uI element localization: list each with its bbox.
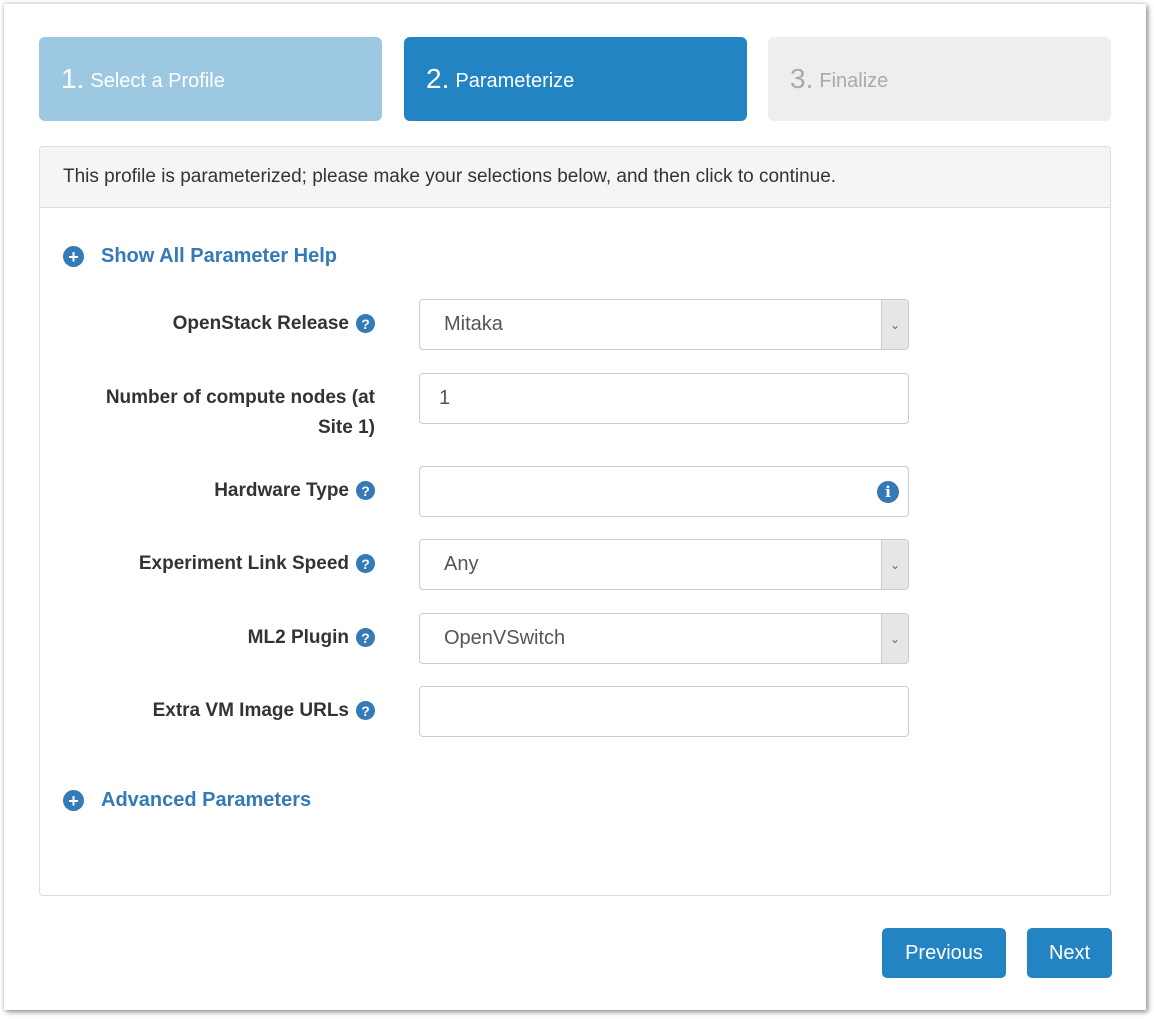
field-label-text: Experiment Link Speed bbox=[138, 553, 349, 574]
link-speed-select[interactable]: Any ⌄ bbox=[419, 539, 909, 590]
step-number: 3. bbox=[790, 63, 814, 94]
select-value: OpenVSwitch bbox=[444, 627, 566, 649]
step-number: 1. bbox=[61, 63, 85, 94]
step-label: Parameterize bbox=[455, 70, 575, 92]
previous-button[interactable]: Previous bbox=[882, 928, 1006, 978]
help-question-icon[interactable]: ? bbox=[356, 554, 375, 573]
chevron-down-icon[interactable]: ⌄ bbox=[881, 614, 908, 663]
chevron-down-icon[interactable]: ⌄ bbox=[881, 300, 908, 349]
help-question-icon[interactable]: ? bbox=[356, 628, 375, 647]
field-label-text: OpenStack Release bbox=[172, 313, 349, 334]
advanced-parameters-link[interactable]: + Advanced Parameters bbox=[63, 789, 311, 812]
select-value: Any bbox=[444, 553, 479, 575]
extra-vm-image-urls-input[interactable] bbox=[419, 686, 909, 737]
step-label: Select a Profile bbox=[90, 70, 225, 92]
help-question-icon[interactable]: ? bbox=[356, 701, 375, 720]
help-question-icon[interactable]: ? bbox=[356, 481, 375, 500]
ml2-plugin-select[interactable]: OpenVSwitch ⌄ bbox=[419, 613, 909, 664]
step-finalize: 3. Finalize bbox=[768, 37, 1111, 121]
show-all-parameter-help-link[interactable]: + Show All Parameter Help bbox=[63, 245, 337, 268]
wizard-steps: 1. Select a Profile 2. Parameterize 3. F… bbox=[39, 37, 1111, 121]
chevron-down-icon[interactable]: ⌄ bbox=[881, 540, 908, 589]
parameters-panel: This profile is parameterized; please ma… bbox=[39, 146, 1111, 896]
hardware-type-input[interactable]: i bbox=[419, 466, 909, 517]
info-icon[interactable]: i bbox=[877, 481, 899, 503]
field-label: Number of compute nodes (at Site 1) bbox=[105, 387, 375, 438]
field-label-text: ML2 Plugin bbox=[247, 627, 349, 648]
input-value: 1 bbox=[439, 387, 451, 409]
step-number: 2. bbox=[426, 63, 450, 94]
select-value: Mitaka bbox=[444, 313, 503, 335]
field-label-text: Hardware Type bbox=[214, 480, 349, 501]
field-label: ML2 Plugin ? bbox=[248, 623, 375, 653]
plus-circle-icon: + bbox=[63, 790, 84, 811]
field-label: Experiment Link Speed ? bbox=[139, 549, 375, 579]
advanced-parameters-label: Advanced Parameters bbox=[101, 789, 312, 811]
openstack-release-select[interactable]: Mitaka ⌄ bbox=[419, 299, 909, 350]
show-help-label: Show All Parameter Help bbox=[101, 245, 337, 267]
next-button[interactable]: Next bbox=[1027, 928, 1112, 978]
step-select-profile[interactable]: 1. Select a Profile bbox=[39, 37, 382, 121]
field-label: Extra VM Image URLs ? bbox=[153, 696, 375, 726]
field-label: Hardware Type ? bbox=[214, 476, 375, 506]
compute-nodes-input[interactable]: 1 bbox=[419, 373, 909, 424]
step-label: Finalize bbox=[819, 70, 889, 92]
help-question-icon[interactable]: ? bbox=[356, 314, 375, 333]
field-label: OpenStack Release ? bbox=[173, 309, 375, 339]
panel-heading: This profile is parameterized; please ma… bbox=[40, 147, 1110, 208]
step-parameterize[interactable]: 2. Parameterize bbox=[404, 37, 747, 121]
wizard-page: 1. Select a Profile 2. Parameterize 3. F… bbox=[4, 4, 1146, 1010]
field-label-text: Extra VM Image URLs bbox=[152, 700, 349, 721]
plus-circle-icon: + bbox=[63, 246, 84, 267]
